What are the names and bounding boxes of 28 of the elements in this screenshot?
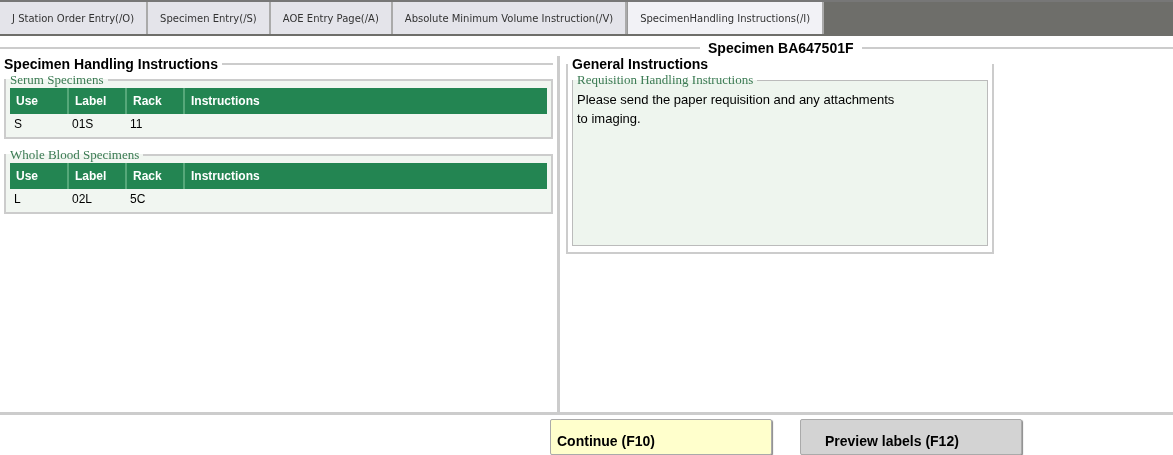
table-cell: S (10, 114, 68, 134)
column-header: Label (68, 88, 126, 114)
table-cell: 11 (126, 114, 184, 134)
table-cell: 02L (68, 189, 126, 209)
column-header: Label (68, 163, 126, 189)
section-title: Specimen Handling Instructions (3, 56, 219, 72)
tab[interactable]: Absolute Minimum Volume Instruction(/V) (392, 2, 628, 34)
specimen-title: Specimen BA647501F (707, 40, 855, 56)
column-header: Use (10, 163, 68, 189)
tab[interactable]: AOE Entry Page(/A) (270, 2, 393, 34)
tab[interactable]: J Station Order Entry(/O) (0, 2, 149, 34)
column-header: Rack (126, 88, 184, 114)
column-header: Instructions (184, 163, 547, 189)
column-header: Instructions (184, 88, 547, 114)
column-header: Use (10, 88, 68, 114)
table-cell: 5C (126, 189, 184, 209)
column-header: Rack (126, 163, 184, 189)
action-button[interactable]: Preview labels (F12) (800, 419, 1022, 455)
tab[interactable]: SpecimenHandling Instructions(/I) (627, 2, 825, 34)
action-button[interactable]: Continue (F10) (550, 419, 772, 455)
group-title: Serum Specimens (9, 72, 105, 88)
table-cell: L (10, 189, 68, 209)
instruction-text: Please send the paper requisition and any attachments to imaging. (577, 91, 896, 128)
section-title: General Instructions (571, 56, 710, 72)
tab[interactable]: Specimen Entry(/S) (148, 2, 271, 34)
group-title: Requisition Handling Instructions (576, 72, 755, 88)
table-cell: 01S (68, 114, 126, 134)
group-title: Whole Blood Specimens (9, 147, 141, 163)
